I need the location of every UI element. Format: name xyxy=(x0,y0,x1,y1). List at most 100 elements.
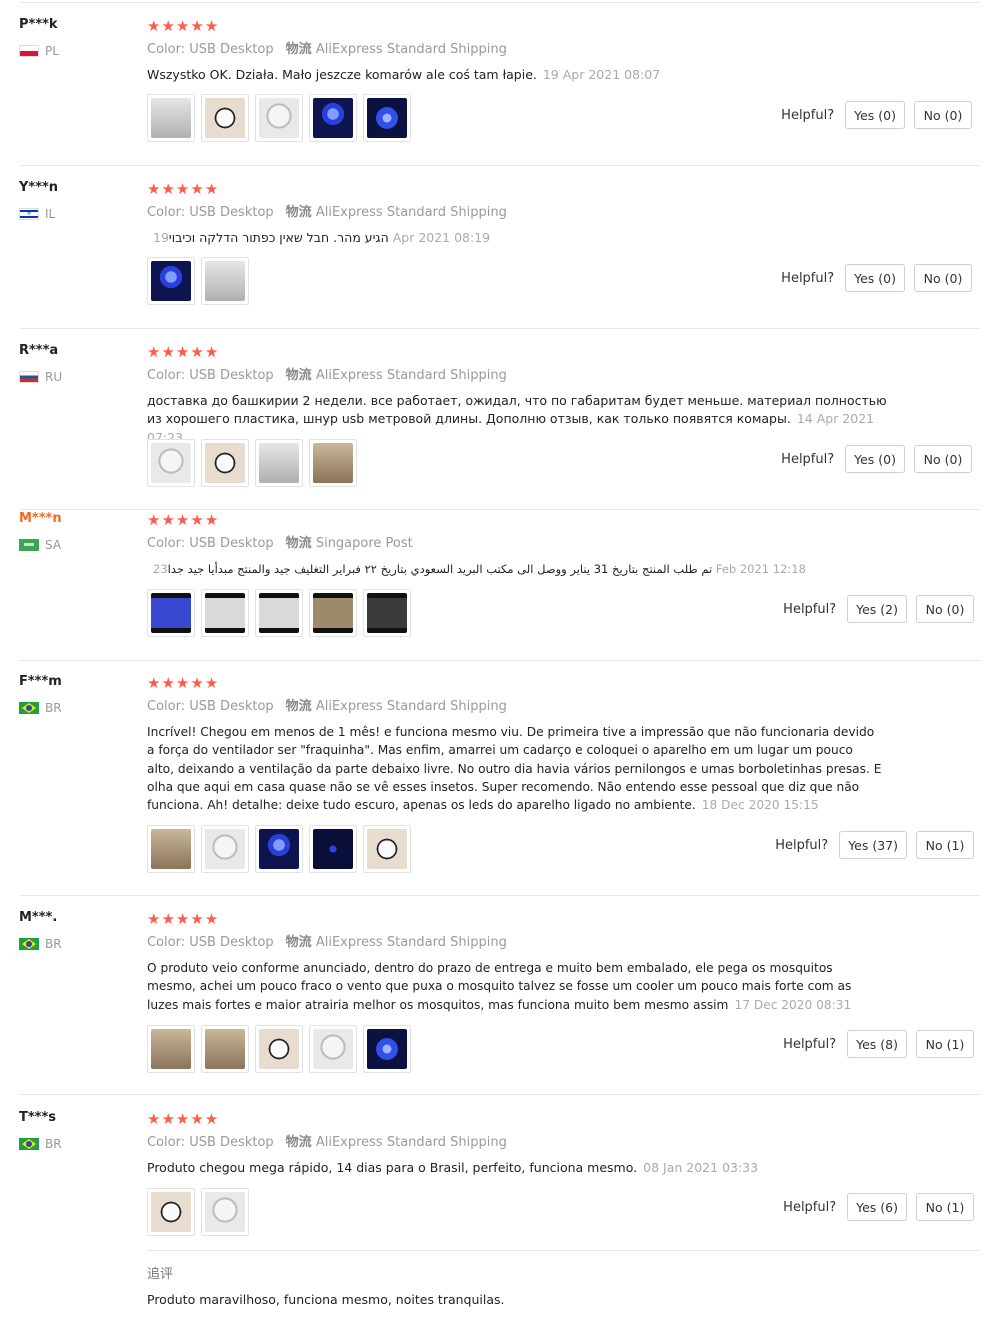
review-photo[interactable] xyxy=(309,589,357,637)
helpful-yes-button[interactable]: Yes (2) xyxy=(847,595,907,623)
star-icon: ★ xyxy=(147,511,161,529)
review-photo[interactable] xyxy=(147,439,195,487)
review-photo[interactable] xyxy=(147,1188,195,1236)
review-content: הגיע מהר. חבל שאין כפתור הדלקה וכיבוי xyxy=(168,230,389,245)
followup-text: Produto maravilhoso, funciona mesmo, noi… xyxy=(147,1292,505,1307)
review-body: ★ ★ ★ ★ ★ Color: USB Desktop 物流 AliExpress St… xyxy=(147,180,977,305)
review-content: Wszystko OK. Działa. Mało jeszcze komaró… xyxy=(147,67,537,82)
shipping-label: 物流 xyxy=(285,536,312,551)
review-photo[interactable] xyxy=(201,1188,249,1236)
shipping-value: AliExpress Standard Shipping xyxy=(315,1135,507,1150)
color-label: Color: xyxy=(147,368,186,383)
star-icon: ★ xyxy=(161,910,175,928)
review-photo[interactable] xyxy=(147,94,195,142)
review-body: ★ ★ ★ ★ ★ Color: USB Desktop 物流 Singapore Pos… xyxy=(147,511,977,637)
color-value: USB Desktop xyxy=(189,536,274,551)
review-photo[interactable] xyxy=(309,1025,357,1073)
country-code: BR xyxy=(45,937,62,951)
helpful-yes-button[interactable]: Yes (0) xyxy=(845,264,905,292)
shipping-value: AliExpress Standard Shipping xyxy=(315,368,507,383)
color-value: USB Desktop xyxy=(189,699,274,714)
israel-flag-icon: ✡ xyxy=(19,208,39,220)
reviewer-info: R***a RU xyxy=(19,343,129,385)
review-text: Incrível! Chegou em menos de 1 mês! e fu… xyxy=(147,723,882,814)
color-value: USB Desktop xyxy=(189,935,274,950)
helpful-yes-button[interactable]: Yes (6) xyxy=(847,1193,907,1221)
review-photo[interactable] xyxy=(147,257,195,305)
star-icon: ★ xyxy=(147,180,161,198)
star-rating: ★ ★ ★ ★ ★ xyxy=(147,1110,977,1128)
review-photos xyxy=(147,825,411,873)
star-icon: ★ xyxy=(161,1110,175,1128)
review-photo[interactable] xyxy=(363,825,411,873)
review-photo[interactable] xyxy=(201,94,249,142)
review-photo[interactable] xyxy=(363,94,411,142)
reviewer-name: M***. xyxy=(19,910,58,925)
review-photo[interactable] xyxy=(255,439,303,487)
helpful-yes-button[interactable]: Yes (8) xyxy=(847,1030,907,1058)
top-divider xyxy=(20,2,980,3)
helpful-yes-button[interactable]: Yes (0) xyxy=(845,101,905,129)
country-code: BR xyxy=(45,1137,62,1151)
shipping-value: AliExpress Standard Shipping xyxy=(315,205,507,220)
color-label: Color: xyxy=(147,1135,186,1150)
review-photo[interactable] xyxy=(201,1025,249,1073)
helpful-no-button[interactable]: No (0) xyxy=(916,595,974,623)
shipping-label: 物流 xyxy=(285,935,312,950)
helpful-no-button[interactable]: No (1) xyxy=(916,1030,974,1058)
review-item: T***s BR ★ ★ ★ ★ ★ Color: USB Desktop 物流 AliE… xyxy=(0,1110,1000,1250)
review-content: доставка до башкирии 2 недели. все работ… xyxy=(147,393,887,427)
review-photo[interactable] xyxy=(147,589,195,637)
reviewer-country: RU xyxy=(19,369,129,385)
review-photo[interactable] xyxy=(309,94,357,142)
star-icon: ★ xyxy=(147,343,161,361)
color-value: USB Desktop xyxy=(189,1135,274,1150)
helpful-voting: Helpful? Yes (0) No (0) xyxy=(781,445,972,473)
review-body: ★ ★ ★ ★ ★ Color: USB Desktop 物流 AliExpress St… xyxy=(147,1110,977,1236)
helpful-label: Helpful? xyxy=(775,837,829,853)
helpful-label: Helpful? xyxy=(781,451,835,467)
review-photo[interactable] xyxy=(363,589,411,637)
star-icon: ★ xyxy=(147,1110,161,1128)
helpful-no-button[interactable]: No (1) xyxy=(916,1193,974,1221)
country-code: BR xyxy=(45,701,62,715)
star-rating: ★ ★ ★ ★ ★ xyxy=(147,910,977,928)
helpful-no-button[interactable]: No (1) xyxy=(916,831,974,859)
helpful-yes-button[interactable]: Yes (37) xyxy=(839,831,907,859)
helpful-yes-button[interactable]: Yes (0) xyxy=(845,445,905,473)
review-photo[interactable] xyxy=(309,439,357,487)
reviewer-info: M***. BR xyxy=(19,910,129,952)
review-photo[interactable] xyxy=(147,825,195,873)
review-photo[interactable] xyxy=(201,589,249,637)
review-meta: Color: USB Desktop 物流 AliExpress Standard… xyxy=(147,698,977,716)
star-icon: ★ xyxy=(175,1110,190,1128)
review-body: ★ ★ ★ ★ ★ Color: USB Desktop 物流 AliExpress St… xyxy=(147,674,977,873)
helpful-label: Helpful? xyxy=(783,1199,837,1215)
review-item: M***. BR ★ ★ ★ ★ ★ Color: USB Desktop 物流 AliE… xyxy=(0,910,1000,1095)
review-photo[interactable] xyxy=(309,825,357,873)
reviewer-name: Y***n xyxy=(19,180,59,195)
helpful-no-button[interactable]: No (0) xyxy=(914,101,972,129)
review-meta: Color: USB Desktop 物流 AliExpress Standard… xyxy=(147,934,977,952)
review-photo[interactable] xyxy=(363,1025,411,1073)
star-rating: ★ ★ ★ ★ ★ xyxy=(147,180,977,198)
helpful-no-button[interactable]: No (0) xyxy=(914,264,972,292)
shipping-value: AliExpress Standard Shipping xyxy=(315,935,507,950)
helpful-no-button[interactable]: No (0) xyxy=(914,445,972,473)
review-photo[interactable] xyxy=(201,439,249,487)
review-divider xyxy=(20,328,980,329)
review-photo[interactable] xyxy=(147,1025,195,1073)
review-meta: Color: USB Desktop 物流 Singapore Post xyxy=(147,535,977,553)
review-photos xyxy=(147,589,411,637)
review-photo[interactable] xyxy=(255,94,303,142)
review-meta: Color: USB Desktop 物流 AliExpress Standard… xyxy=(147,367,977,385)
review-photo[interactable] xyxy=(255,589,303,637)
review-photos xyxy=(147,94,411,142)
review-photo[interactable] xyxy=(201,825,249,873)
review-photo[interactable] xyxy=(201,257,249,305)
star-icon: ★ xyxy=(175,910,190,928)
review-photo[interactable] xyxy=(255,825,303,873)
star-icon: ★ xyxy=(204,910,219,928)
helpful-voting: Helpful? Yes (6) No (1) xyxy=(783,1193,974,1221)
review-photo[interactable] xyxy=(255,1025,303,1073)
